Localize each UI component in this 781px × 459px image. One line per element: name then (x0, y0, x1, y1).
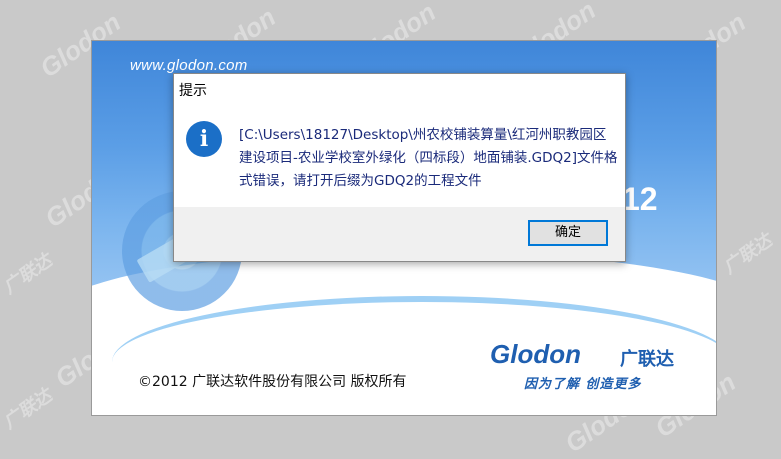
ok-button[interactable]: 确定 (528, 220, 608, 246)
website-url: www.glodon.com (130, 57, 248, 74)
message-dialog: 提示 i [C:\Users\18127\Desktop\州农校铺装算量\红河州… (173, 73, 626, 262)
error-message: [C:\Users\18127\Desktop\州农校铺装算量\红河州职教园区建… (239, 127, 618, 189)
brand-logo: Glodon (490, 339, 581, 369)
watermark-text-cn: 广联达 (0, 385, 56, 433)
brand-slogan: 因为了解 创造更多 (524, 377, 642, 392)
dialog-title: 提示 (179, 83, 207, 99)
watermark-text-cn: 广联达 (719, 230, 776, 278)
version-number: 12 (622, 181, 658, 217)
copyright-text: ©2012 广联达软件股份有限公司 版权所有 (138, 374, 407, 390)
dialog-body: i [C:\Users\18127\Desktop\州农校铺装算量\红河州职教园… (174, 108, 625, 204)
watermark-text-cn: 广联达 (0, 250, 56, 298)
dialog-footer: 确定 (174, 207, 625, 261)
info-icon: i (186, 121, 222, 157)
brand-logo-cn: 广联达 (620, 349, 674, 370)
